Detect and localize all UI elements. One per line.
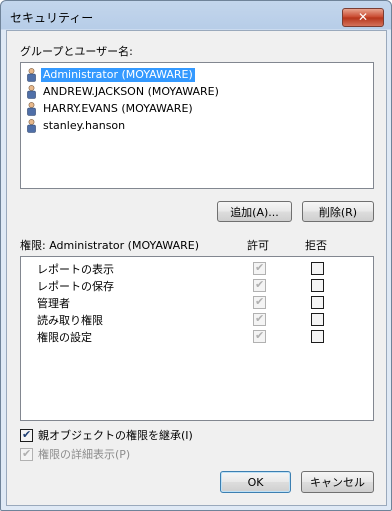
allow-checkbox: ✔: [253, 329, 266, 343]
inherit-checkbox[interactable]: ✔: [20, 427, 33, 442]
permission-row: 管理者 ✔: [21, 294, 373, 311]
user-item-stanley-hanson[interactable]: stanley.hanson: [27, 118, 127, 134]
dialog-title: セキュリティー: [10, 11, 94, 25]
check-icon: ✔: [255, 295, 265, 308]
user-icon: [27, 102, 36, 116]
check-icon: ✔: [255, 312, 265, 325]
title-bar[interactable]: セキュリティー ✕: [1, 1, 391, 31]
permission-label: 権限の設定: [37, 331, 92, 344]
advanced-option: ✔ 権限の詳細表示(P): [20, 447, 130, 461]
permission-label: レポートの表示: [37, 263, 114, 276]
allow-checkbox: ✔: [253, 295, 266, 309]
users-list[interactable]: Administrator (MOYAWARE) ANDREW.JACKSON …: [20, 62, 374, 189]
check-icon: ✔: [255, 261, 265, 274]
allow-header: 許可: [247, 239, 269, 252]
advanced-label: 権限の詳細表示(P): [38, 448, 131, 461]
user-label: ANDREW.JACKSON (MOYAWARE): [43, 85, 219, 98]
dialog-body: グループとユーザー名: Administrator (MOYAWARE) AND…: [6, 30, 387, 506]
user-item-harry-evans[interactable]: HARRY.EVANS (MOYAWARE): [27, 101, 195, 117]
add-button[interactable]: 追加(A)...: [217, 201, 292, 222]
close-button[interactable]: ✕: [342, 8, 384, 27]
permission-label: 管理者: [37, 297, 70, 310]
ok-button[interactable]: OK: [220, 471, 291, 493]
permission-row: レポートの表示 ✔: [21, 260, 373, 277]
deny-header: 拒否: [305, 239, 327, 252]
permission-label: 読み取り権限: [37, 314, 103, 327]
check-icon: ✔: [255, 278, 265, 291]
permission-row: 読み取り権限 ✔: [21, 311, 373, 328]
user-label: Administrator (MOYAWARE): [41, 68, 195, 82]
remove-button[interactable]: 削除(R): [302, 201, 374, 222]
allow-checkbox: ✔: [253, 261, 266, 275]
user-icon: [27, 68, 36, 82]
permission-row: レポートの保存 ✔: [21, 277, 373, 294]
check-icon: ✔: [255, 329, 265, 342]
deny-checkbox[interactable]: [311, 279, 324, 292]
permissions-list: レポートの表示 ✔ レポートの保存 ✔ 管理者 ✔ 読み取り権限 ✔ 権限の設定: [20, 256, 374, 421]
deny-checkbox[interactable]: [311, 313, 324, 326]
advanced-checkbox: ✔: [20, 446, 33, 461]
permission-label: レポートの保存: [37, 280, 114, 293]
inherit-label: 親オブジェクトの権限を継承(I): [38, 429, 193, 442]
permissions-header: 権限: Administrator (MOYAWARE): [20, 239, 199, 252]
user-label: stanley.hanson: [43, 119, 126, 132]
permission-row: 権限の設定 ✔: [21, 328, 373, 345]
allow-checkbox: ✔: [253, 312, 266, 326]
deny-checkbox[interactable]: [311, 262, 324, 275]
close-icon: ✕: [357, 10, 369, 24]
security-dialog: セキュリティー ✕ グループとユーザー名: Administrator (MOY…: [0, 0, 392, 511]
inherit-option[interactable]: ✔ 親オブジェクトの権限を継承(I): [20, 428, 193, 442]
deny-checkbox[interactable]: [311, 330, 324, 343]
deny-checkbox[interactable]: [311, 296, 324, 309]
cancel-button[interactable]: キャンセル: [301, 471, 374, 493]
allow-checkbox: ✔: [253, 278, 266, 292]
user-item-andrew-jackson[interactable]: ANDREW.JACKSON (MOYAWARE): [27, 84, 221, 100]
user-icon: [27, 85, 36, 99]
user-label: HARRY.EVANS (MOYAWARE): [43, 102, 193, 115]
users-label: グループとユーザー名:: [20, 45, 133, 58]
check-icon: ✔: [22, 427, 32, 441]
user-icon: [27, 119, 36, 133]
user-item-administrator[interactable]: Administrator (MOYAWARE): [27, 67, 195, 83]
check-icon: ✔: [22, 446, 32, 460]
